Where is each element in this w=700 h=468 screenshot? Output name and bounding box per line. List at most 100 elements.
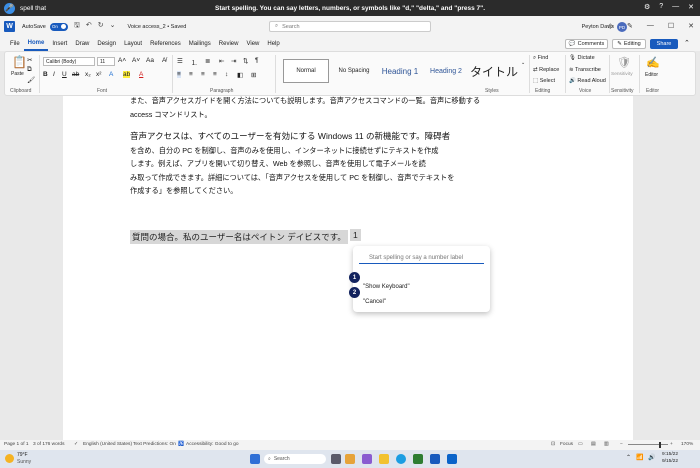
increase-indent-icon[interactable]: ⇥ xyxy=(231,57,236,65)
sensitivity-icon[interactable]: 🛡 xyxy=(617,56,631,69)
settings-icon[interactable]: ⚙ xyxy=(644,3,650,11)
taskbar-search[interactable]: ⌕ Search xyxy=(264,454,326,464)
zoom-level[interactable]: 170% xyxy=(681,442,693,447)
tab-draw[interactable]: Draw xyxy=(71,37,93,51)
read-aloud-button[interactable]: 🔊 Read Aloud xyxy=(569,78,606,84)
bullets-icon[interactable]: ☰ xyxy=(177,57,183,65)
editor-label[interactable]: Editor xyxy=(645,72,658,78)
option-show-keyboard[interactable]: "Show Keyboard" xyxy=(363,284,410,290)
numbering-icon[interactable]: ⒈ xyxy=(191,57,198,67)
teams-icon[interactable] xyxy=(362,454,372,464)
copy-icon[interactable]: ⧉ xyxy=(27,66,32,74)
font-color-icon[interactable]: A xyxy=(139,71,143,78)
tab-mailings[interactable]: Mailings xyxy=(185,37,215,51)
ribbon-collapse-icon[interactable]: ⌃ xyxy=(684,39,690,47)
tab-view[interactable]: View xyxy=(242,37,263,51)
comments-button[interactable]: 💬 Comments xyxy=(565,39,608,49)
dictate-button[interactable]: 🎙 Dictate xyxy=(569,55,595,61)
spelling-input[interactable]: Start spelling or say a number label xyxy=(359,250,484,264)
shrink-font-icon[interactable]: A˅ xyxy=(132,57,140,64)
tab-references[interactable]: References xyxy=(146,37,185,51)
document-name[interactable]: Voice access_2 • Saved xyxy=(127,24,186,30)
align-left-icon[interactable]: ≡ xyxy=(177,71,181,78)
borders-icon[interactable]: ⊞ xyxy=(251,71,256,79)
option-badge-2[interactable]: 2 xyxy=(349,287,360,298)
sort-icon[interactable]: ⇅ xyxy=(243,57,248,65)
multilevel-list-icon[interactable]: ≣ xyxy=(205,57,210,65)
document-line[interactable]: 作成する」を参照してください。 xyxy=(130,186,237,196)
zoom-slider[interactable] xyxy=(628,444,668,445)
weather-desc[interactable]: Sunny xyxy=(17,459,31,465)
grow-font-icon[interactable]: A˄ xyxy=(118,57,126,64)
number-label-1[interactable]: 1 xyxy=(350,229,361,241)
clock-time[interactable]: 9:15/22 xyxy=(662,452,678,457)
widgets-icon[interactable] xyxy=(345,454,355,464)
task-view-icon[interactable] xyxy=(331,454,341,464)
editor-icon[interactable]: ✍ xyxy=(646,56,660,69)
underline-icon[interactable]: U xyxy=(62,71,67,78)
minimize-icon[interactable]: — xyxy=(672,3,679,11)
help-icon[interactable]: ? xyxy=(659,3,663,11)
replace-button[interactable]: ⇄ Replace xyxy=(533,67,559,73)
superscript-icon[interactable]: x² xyxy=(96,71,101,78)
language[interactable]: English (United States) xyxy=(83,442,132,447)
subscript-icon[interactable]: x₂ xyxy=(85,71,91,78)
print-layout-icon[interactable]: ▤ xyxy=(591,442,596,447)
tab-layout[interactable]: Layout xyxy=(120,37,146,51)
window-maximize-icon[interactable]: ☐ xyxy=(668,22,674,30)
transcribe-button[interactable]: ≋ Transcribe xyxy=(569,67,601,73)
zoom-out-icon[interactable]: − xyxy=(620,442,623,447)
pen-icon[interactable]: ✎ xyxy=(627,22,633,30)
style-title[interactable]: タイトル xyxy=(469,59,519,83)
select-button[interactable]: ⬚ Select xyxy=(533,78,555,84)
shading-icon[interactable]: ◧ xyxy=(237,71,243,79)
highlight-icon[interactable]: ab xyxy=(123,71,131,78)
font-name-select[interactable]: Calibri (Body) xyxy=(43,57,95,66)
search-box[interactable]: ⌕ Search xyxy=(269,21,431,32)
document-page[interactable]: また、音声アクセスガイドを開く方法についても説明します。音声アクセスコマンドの一… xyxy=(63,96,633,440)
read-mode-icon[interactable]: ▭ xyxy=(578,442,583,447)
show-marks-icon[interactable]: ¶ xyxy=(255,57,259,64)
line-spacing-icon[interactable]: ↕ xyxy=(225,71,228,78)
option-badge-1[interactable]: 1 xyxy=(349,272,360,283)
italic-icon[interactable]: I xyxy=(53,71,55,78)
customize-qat-icon[interactable]: ⌄ xyxy=(110,21,116,32)
wifi-icon[interactable]: 📶 xyxy=(636,454,643,461)
tab-home[interactable]: Home xyxy=(23,37,49,51)
weather-temp[interactable]: 79°F xyxy=(17,452,28,458)
align-right-icon[interactable]: ≡ xyxy=(201,71,205,78)
document-line[interactable]: access コマンドリスト。 xyxy=(130,110,212,120)
diamond-icon[interactable]: ◇ xyxy=(608,22,613,30)
style-heading-1[interactable]: Heading 1 xyxy=(377,59,423,83)
weather-sun-icon[interactable] xyxy=(5,454,14,463)
window-close-icon[interactable]: ✕ xyxy=(688,22,694,30)
style-heading-2[interactable]: Heading 2 xyxy=(423,59,469,83)
document-line[interactable]: また、音声アクセスガイドを開く方法についても説明します。音声アクセスコマンドの一… xyxy=(130,96,480,106)
tab-help[interactable]: Help xyxy=(263,37,283,51)
font-size-select[interactable]: 11 xyxy=(97,57,115,66)
style-no-spacing[interactable]: No Spacing xyxy=(331,59,377,83)
redo-icon[interactable]: ↻ xyxy=(98,21,104,32)
tab-review[interactable]: Review xyxy=(215,37,243,51)
document-line[interactable]: します。例えば、アプリを開いて切り替え、Web を参照し、音声を使用して電子メー… xyxy=(130,159,426,169)
find-button[interactable]: ⌕ Find xyxy=(533,55,548,62)
paste-label[interactable]: Paste xyxy=(11,71,24,77)
style-normal[interactable]: Normal xyxy=(283,59,329,83)
option-cancel[interactable]: "Cancel" xyxy=(363,299,386,305)
outlook-icon[interactable] xyxy=(447,454,457,464)
styles-more-icon[interactable]: ⌄ xyxy=(521,60,525,66)
tab-insert[interactable]: Insert xyxy=(48,37,71,51)
window-minimize-icon[interactable]: — xyxy=(647,22,654,30)
focus-button[interactable]: Focus xyxy=(560,442,573,447)
share-button[interactable]: Share xyxy=(650,39,678,49)
store-icon[interactable] xyxy=(413,454,423,464)
cut-icon[interactable]: ✂ xyxy=(27,56,32,64)
tab-file[interactable]: File xyxy=(6,37,24,51)
close-icon[interactable]: ✕ xyxy=(688,3,694,11)
zoom-slider-thumb[interactable] xyxy=(659,442,661,448)
justify-icon[interactable]: ≡ xyxy=(213,71,217,78)
paste-icon[interactable]: 📋 xyxy=(12,55,27,69)
autosave-toggle[interactable]: On xyxy=(49,22,68,31)
save-icon[interactable]: 🖫 xyxy=(74,21,80,32)
strikethrough-icon[interactable]: ab xyxy=(72,71,79,78)
